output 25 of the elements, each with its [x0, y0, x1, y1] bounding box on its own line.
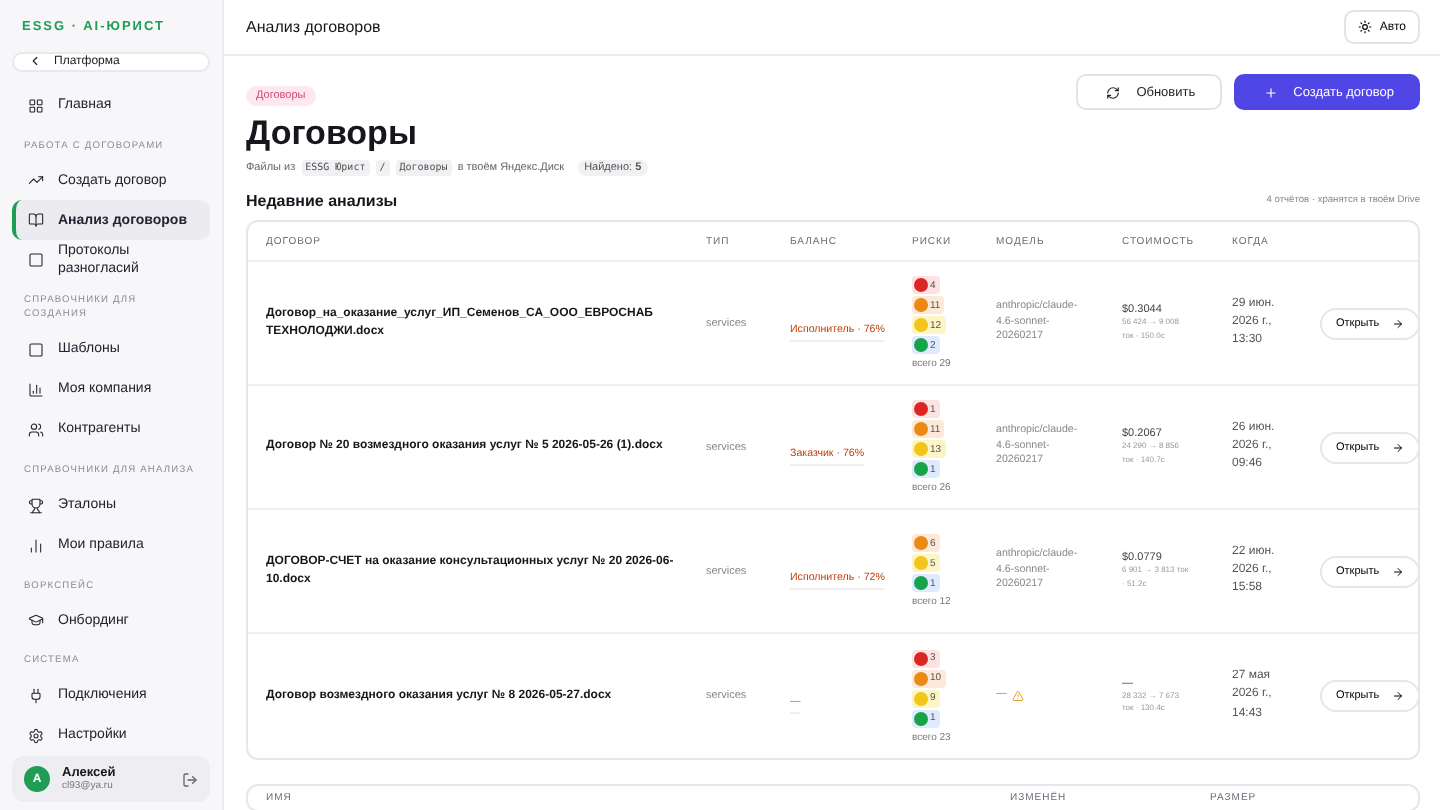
warning-icon — [1012, 690, 1025, 702]
plug-icon — [28, 688, 44, 704]
square-icon — [28, 341, 44, 358]
graduation-cap-icon — [28, 612, 44, 629]
section-heading: Недавние анализы — [246, 192, 398, 210]
chevron-left-icon — [28, 54, 42, 69]
plus-icon — [1263, 85, 1278, 99]
refresh-icon — [1106, 85, 1121, 99]
settings-icon — [28, 728, 44, 744]
users-icon — [28, 421, 44, 438]
chart-icon — [28, 537, 44, 554]
arrow-right-icon — [1391, 317, 1404, 329]
bar-chart-icon — [28, 381, 44, 398]
page-header-title: Анализ договоров — [246, 18, 381, 36]
arrow-right-icon — [1391, 565, 1404, 577]
trend-icon — [28, 172, 44, 189]
square-icon — [28, 252, 44, 269]
grid-icon — [28, 97, 44, 114]
arrow-right-icon — [1391, 441, 1404, 453]
logout-icon[interactable] — [182, 771, 198, 787]
trophy-icon — [28, 497, 44, 514]
page-title: Договоры — [246, 114, 417, 154]
sun-icon — [1357, 20, 1372, 34]
arrow-right-icon — [1391, 690, 1404, 702]
book-icon — [28, 212, 44, 229]
